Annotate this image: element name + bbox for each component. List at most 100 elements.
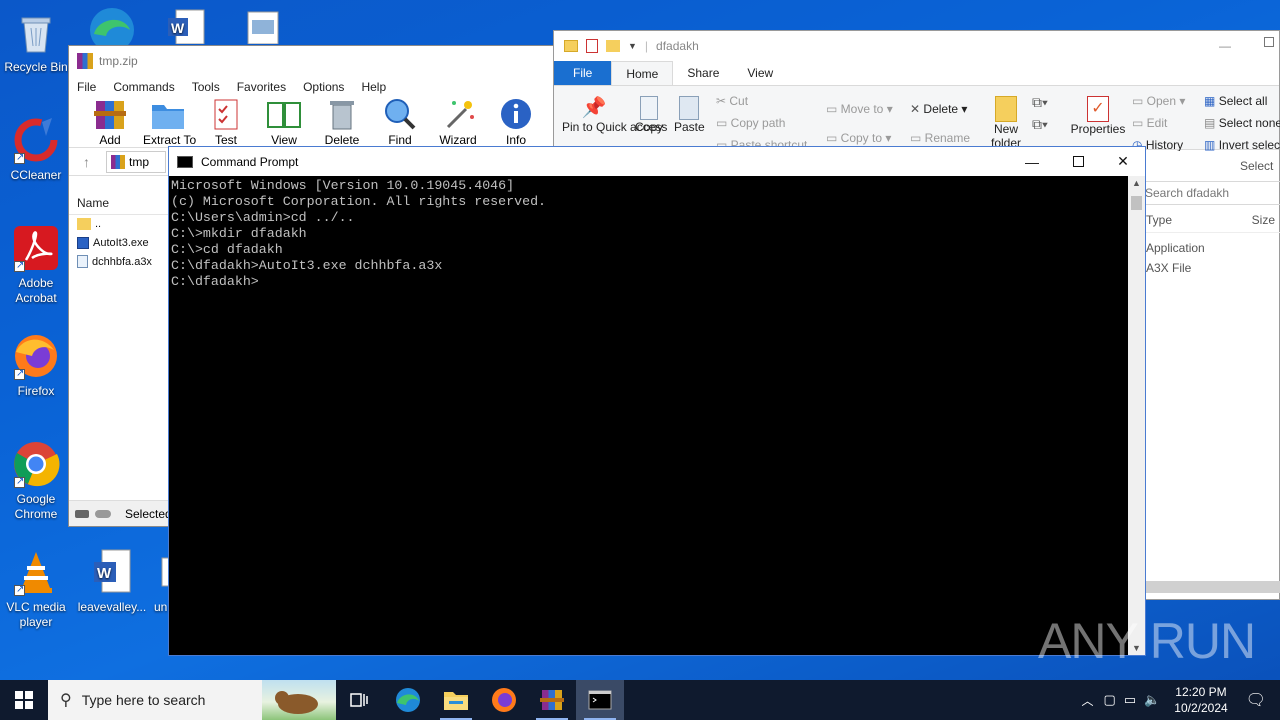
menu-favorites[interactable]: Favorites [237, 80, 286, 94]
properties-button[interactable]: ✓ Properties [1070, 96, 1126, 136]
copy-button[interactable]: Copy [634, 96, 664, 134]
notification-icon[interactable]: 🗨 [1238, 690, 1280, 710]
tray-display-icon[interactable]: ▭ [1120, 692, 1140, 708]
minimize-button[interactable]: — [1219, 39, 1231, 53]
menu-file[interactable]: File [77, 80, 96, 94]
tray-network-icon[interactable]: ▢ [1100, 692, 1120, 708]
cut-button[interactable]: ✂ Cut [716, 94, 748, 108]
new-folder-quick-icon[interactable] [606, 40, 620, 52]
column-header-name[interactable]: Name [69, 191, 169, 215]
test-button[interactable]: Test [201, 98, 251, 147]
desktop-icon-adobe-acrobat[interactable]: Adobe Acrobat [0, 224, 72, 306]
up-arrow-icon[interactable]: ↑ [83, 154, 90, 170]
menu-tools[interactable]: Tools [192, 80, 220, 94]
properties-quick-icon[interactable] [586, 39, 598, 53]
paste-button[interactable]: Paste [674, 96, 705, 134]
select-all-button[interactable]: ▦ Select all [1204, 94, 1267, 108]
wizard-button[interactable]: Wizard [433, 98, 483, 147]
column-type[interactable]: Type [1146, 213, 1172, 227]
detail-row[interactable]: Application [1134, 233, 1280, 255]
winrar-file-list: .. AutoIt3.exe dchhbfa.a3x [69, 214, 169, 271]
find-button[interactable]: Find [375, 98, 425, 147]
file-name: dchhbfa.a3x [92, 255, 152, 268]
extract-to-button[interactable]: Extract To [143, 98, 196, 147]
taskbar-search[interactable]: ⚲ Type here to search [48, 680, 336, 720]
console-output[interactable]: Microsoft Windows [Version 10.0.19045.40… [169, 176, 1145, 290]
taskbar-command-prompt[interactable] [576, 680, 624, 720]
rename-button[interactable]: ▭ Rename [910, 131, 970, 145]
tab-share[interactable]: Share [673, 61, 733, 85]
cmd-titlebar[interactable]: Command Prompt — ✕ [169, 147, 1145, 176]
trash-icon [324, 98, 360, 131]
maximize-button[interactable] [1264, 37, 1274, 47]
easy-access-button[interactable]: ⧉▾ [1032, 116, 1048, 133]
taskbar-firefox[interactable] [480, 680, 528, 720]
vertical-scrollbar[interactable]: ▲ ▼ [1128, 176, 1145, 655]
move-to-label: Move to [840, 102, 884, 116]
system-tray: ︿ ▢ ▭ 🔈 12:20 PM 10/2/2024 🗨 [1076, 680, 1280, 720]
shortcut-arrow-icon [14, 366, 25, 381]
menu-options[interactable]: Options [303, 80, 344, 94]
taskbar-winrar[interactable] [528, 680, 576, 720]
chrome-icon [12, 440, 60, 489]
tab-file[interactable]: File [554, 61, 612, 85]
file-row-autoit[interactable]: AutoIt3.exe [69, 233, 169, 252]
open-button[interactable]: ▭ Open ▾ [1132, 94, 1185, 108]
new-folder-button[interactable]: New folder [988, 96, 1024, 148]
menu-help[interactable]: Help [361, 80, 386, 94]
console-line: C:\>mkdir dfadakh [171, 226, 307, 241]
quick-access-dropdown-icon[interactable]: ▼ [628, 41, 637, 51]
cmd-icon [588, 690, 612, 710]
select-none-button[interactable]: ▤ Select none [1204, 116, 1280, 130]
taskbar-file-explorer[interactable] [432, 680, 480, 720]
copy-to-button[interactable]: ▭ Copy to ▾ [826, 131, 891, 145]
desktop-icon-leavevalley[interactable]: W leavevalley... [76, 548, 148, 615]
copy-path-button[interactable]: ▭ Copy path [716, 116, 785, 130]
scroll-up-icon[interactable]: ▲ [1132, 178, 1141, 188]
tab-home[interactable]: Home [611, 61, 674, 85]
file-name: AutoIt3.exe [93, 236, 149, 249]
detail-row[interactable]: A3X File [1134, 255, 1280, 275]
archive-add-icon [92, 98, 128, 131]
minimize-button[interactable]: — [1009, 147, 1055, 176]
delete-button[interactable]: ✕ Delete ▾ [910, 102, 967, 116]
drive-icon [75, 509, 89, 518]
add-button[interactable]: Add [85, 98, 135, 147]
taskbar-clock[interactable]: 12:20 PM 10/2/2024 [1164, 684, 1237, 716]
tray-volume-icon[interactable]: 🔈 [1140, 692, 1164, 708]
new-item-button[interactable]: ⧉▾ [1032, 94, 1048, 111]
desktop-icon-ccleaner[interactable]: CCleaner [0, 116, 72, 183]
desktop-icon-google-chrome[interactable]: Google Chrome [0, 440, 72, 522]
vlc-icon [12, 548, 60, 597]
column-size[interactable]: Size [1252, 213, 1275, 227]
tab-view[interactable]: View [733, 61, 787, 85]
delete-button[interactable]: Delete [317, 98, 367, 147]
address-field[interactable]: tmp [106, 150, 166, 173]
maximize-button[interactable] [1055, 147, 1101, 176]
file-row-a3x[interactable]: dchhbfa.a3x [69, 252, 169, 271]
start-button[interactable] [0, 680, 48, 720]
search-input[interactable]: Search dfadakh [1134, 181, 1280, 205]
menu-commands[interactable]: Commands [113, 80, 174, 94]
pin-quick-access-button[interactable]: 📌 Pin to Quick access [562, 96, 667, 134]
winrar-titlebar[interactable]: tmp.zip [69, 46, 557, 76]
explorer-titlebar[interactable]: ▼ | dfadakh — [554, 31, 1279, 61]
horizontal-scrollbar[interactable] [1146, 581, 1280, 593]
file-row-parent[interactable]: .. [69, 214, 169, 233]
desktop-icon-firefox[interactable]: Firefox [0, 332, 72, 399]
info-button[interactable]: Info [491, 98, 541, 147]
invert-selection-button[interactable]: ▥ Invert selection [1204, 138, 1280, 151]
scrollbar-thumb[interactable] [1131, 196, 1142, 210]
search-icon: ⚲ [60, 692, 72, 709]
task-view-button[interactable] [336, 680, 384, 720]
clock-time: 12:20 PM [1175, 685, 1227, 699]
desktop-icon-vlc[interactable]: VLC media player [0, 548, 72, 630]
edit-button[interactable]: ▭ Edit [1132, 116, 1167, 130]
view-button[interactable]: View [259, 98, 309, 147]
move-to-button[interactable]: ▭ Move to ▾ [826, 102, 893, 116]
taskbar-edge[interactable] [384, 680, 432, 720]
close-button[interactable]: ✕ [1100, 147, 1146, 176]
winrar-icon [540, 690, 564, 710]
desktop-icon-recycle-bin[interactable]: Recycle Bin [0, 8, 72, 75]
tray-overflow-chevron-icon[interactable]: ︿ [1076, 692, 1100, 709]
